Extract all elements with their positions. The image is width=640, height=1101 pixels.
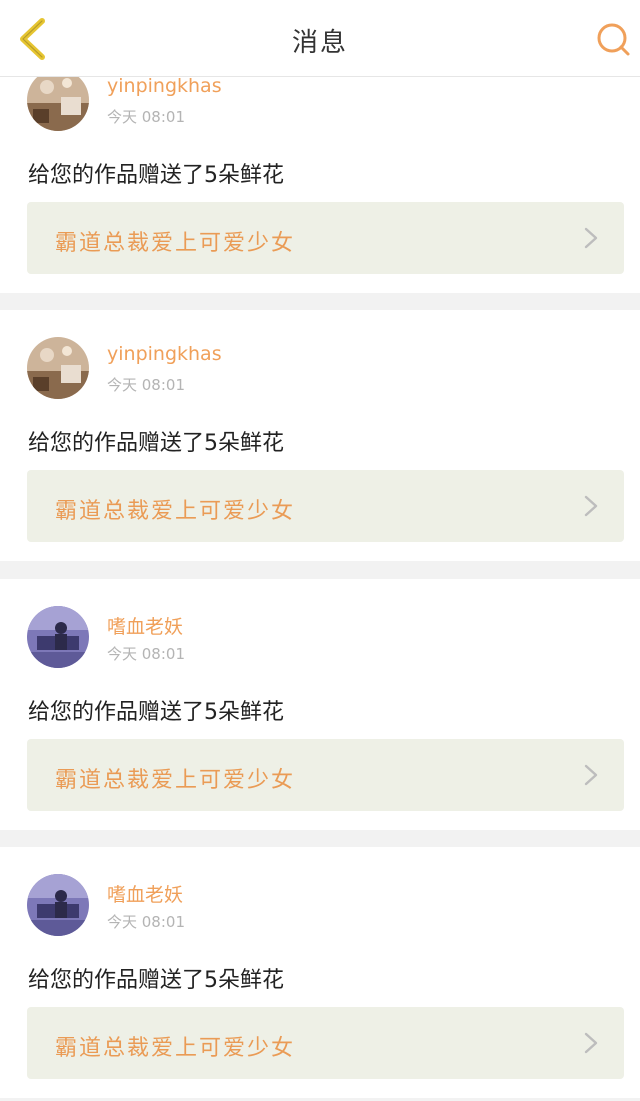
username[interactable]: 嗜血老妖 <box>107 880 183 907</box>
page-title: 消息 <box>291 28 348 58</box>
work-title: 霸道总裁爱上可爱少女 <box>55 231 296 256</box>
username[interactable]: yinpingkhas <box>107 75 222 97</box>
chevron-right-icon <box>584 1032 598 1054</box>
username[interactable]: yinpingkhas <box>107 343 222 365</box>
notification-card: 嗜血老妖 今天 08:01 给您的作品赠送了5朵鲜花 霸道总裁爱上可爱少女 <box>0 579 640 830</box>
notification-card: yinpingkhas 今天 08:01 给您的作品赠送了5朵鲜花 霸道总裁爱上… <box>0 42 640 293</box>
avatar[interactable] <box>27 69 89 131</box>
notification-message: 给您的作品赠送了5朵鲜花 <box>28 700 284 725</box>
timestamp: 今天 08:01 <box>107 913 185 931</box>
username[interactable]: 嗜血老妖 <box>107 612 183 639</box>
work-link[interactable]: 霸道总裁爱上可爱少女 <box>27 470 624 542</box>
work-title: 霸道总裁爱上可爱少女 <box>55 1036 296 1061</box>
chevron-right-icon <box>584 495 598 517</box>
chevron-right-icon <box>584 227 598 249</box>
notification-card: yinpingkhas 今天 08:01 给您的作品赠送了5朵鲜花 霸道总裁爱上… <box>0 310 640 561</box>
work-title: 霸道总裁爱上可爱少女 <box>55 499 296 524</box>
notification-card: 嗜血老妖 今天 08:01 给您的作品赠送了5朵鲜花 霸道总裁爱上可爱少女 <box>0 847 640 1098</box>
work-link[interactable]: 霸道总裁爱上可爱少女 <box>27 739 624 811</box>
notification-message: 给您的作品赠送了5朵鲜花 <box>28 968 284 993</box>
work-title: 霸道总裁爱上可爱少女 <box>55 768 296 793</box>
avatar[interactable] <box>27 874 89 936</box>
timestamp: 今天 08:01 <box>107 376 185 394</box>
top-bar: 消息 <box>0 0 640 77</box>
avatar[interactable] <box>27 337 89 399</box>
timestamp: 今天 08:01 <box>107 645 185 663</box>
chevron-right-icon <box>584 764 598 786</box>
avatar[interactable] <box>27 606 89 668</box>
work-link[interactable]: 霸道总裁爱上可爱少女 <box>27 202 624 274</box>
search-icon[interactable] <box>594 20 634 60</box>
timestamp: 今天 08:01 <box>107 108 185 126</box>
work-link[interactable]: 霸道总裁爱上可爱少女 <box>27 1007 624 1079</box>
notification-message: 给您的作品赠送了5朵鲜花 <box>28 163 284 188</box>
notification-message: 给您的作品赠送了5朵鲜花 <box>28 431 284 456</box>
